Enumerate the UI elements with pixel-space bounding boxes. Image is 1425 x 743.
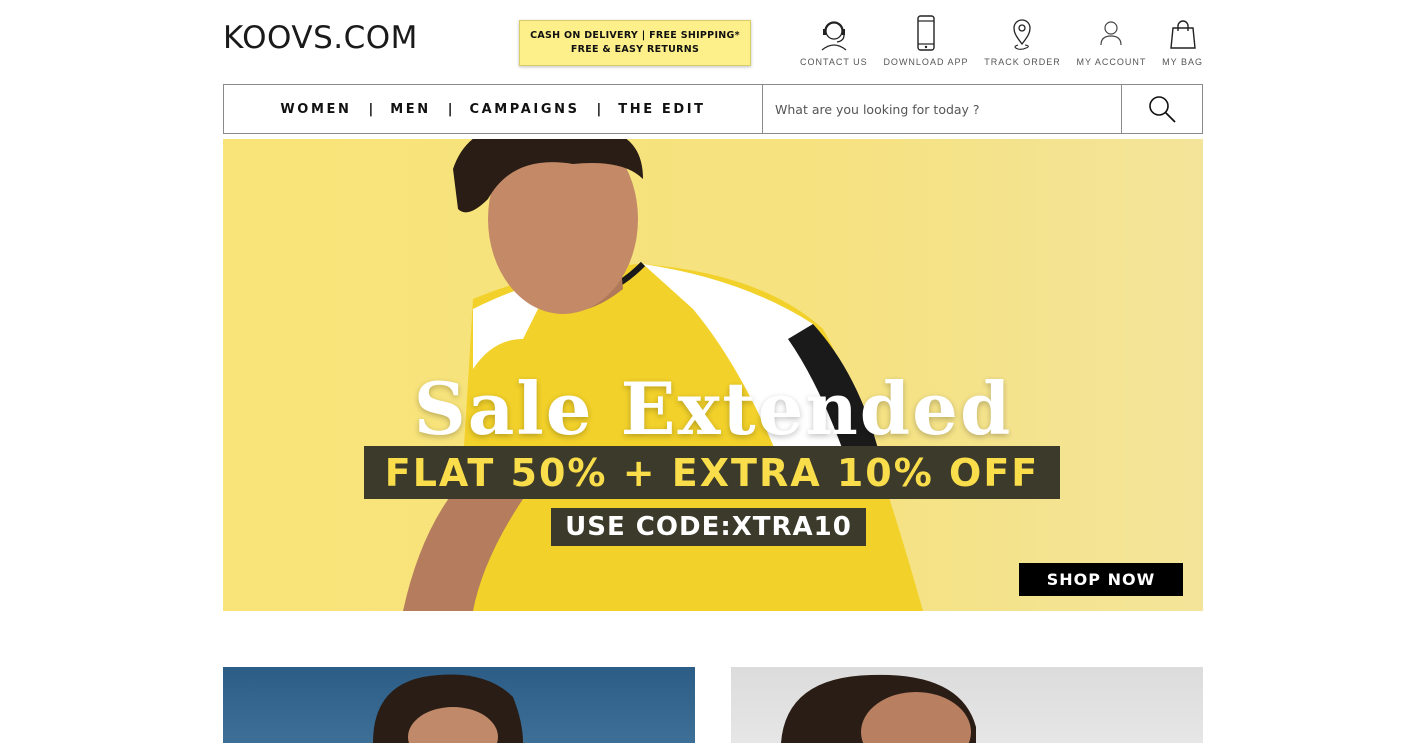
search-icon: [1149, 96, 1176, 123]
category-menu: WOMEN | MEN | CAMPAIGNS | THE EDIT: [224, 85, 763, 133]
my-account-label: MY ACCOUNT: [1076, 57, 1147, 67]
download-app-link[interactable]: DOWNLOAD APP: [883, 14, 968, 70]
nav-item-women[interactable]: WOMEN: [280, 102, 351, 117]
model-photo-right: [781, 674, 976, 743]
track-order-link[interactable]: TRACK ORDER: [984, 14, 1061, 70]
shopping-bag-icon: [1169, 20, 1196, 49]
contact-us-link[interactable]: CONTACT US: [800, 14, 868, 70]
download-app-label: DOWNLOAD APP: [883, 57, 969, 67]
category-tile-right[interactable]: [731, 667, 1203, 743]
search-input[interactable]: [763, 85, 1122, 133]
mobile-phone-icon: [917, 15, 935, 51]
search-button[interactable]: [1122, 85, 1202, 133]
nav-item-campaigns[interactable]: CAMPAIGNS: [469, 102, 579, 117]
nav-separator: |: [368, 101, 374, 117]
track-order-label: TRACK ORDER: [984, 57, 1061, 67]
promo-line-returns: FREE & EASY RETURNS: [570, 44, 700, 55]
promo-line-cod: CASH ON DELIVERY | FREE SHIPPING*: [530, 30, 740, 41]
contact-us-label: CONTACT US: [800, 57, 868, 67]
location-pin-icon: [1013, 19, 1032, 50]
hero-banner[interactable]: Sale Extended FLAT 50% + EXTRA 10% OFF U…: [223, 139, 1203, 611]
headset-icon: [821, 21, 847, 51]
model-photo-left: [373, 674, 523, 743]
nav-separator: |: [447, 101, 453, 117]
promo-banner: CASH ON DELIVERY | FREE SHIPPING* FREE &…: [519, 20, 751, 66]
hero-headline: Sale Extended: [413, 366, 1013, 451]
utility-nav: CONTACT US DOWNLOAD APP TRACK ORDER MY A…: [800, 14, 1203, 70]
site-logo[interactable]: KOOVS.COM: [223, 18, 418, 58]
nav-item-men[interactable]: MEN: [390, 102, 431, 117]
nav-separator: |: [596, 101, 602, 117]
nav-item-the-edit[interactable]: THE EDIT: [618, 102, 705, 117]
coupon-code-badge: USE CODE:XTRA10: [551, 508, 866, 546]
offer-banner: FLAT 50% + EXTRA 10% OFF: [364, 446, 1060, 499]
category-tile-left[interactable]: [223, 667, 695, 743]
shop-now-button[interactable]: SHOP NOW: [1019, 563, 1183, 596]
my-account-link[interactable]: MY ACCOUNT: [1077, 14, 1147, 70]
main-navbar: WOMEN | MEN | CAMPAIGNS | THE EDIT: [223, 84, 1203, 134]
user-icon: [1100, 21, 1123, 46]
my-bag-link[interactable]: MY BAG: [1162, 14, 1203, 70]
my-bag-label: MY BAG: [1162, 57, 1203, 67]
